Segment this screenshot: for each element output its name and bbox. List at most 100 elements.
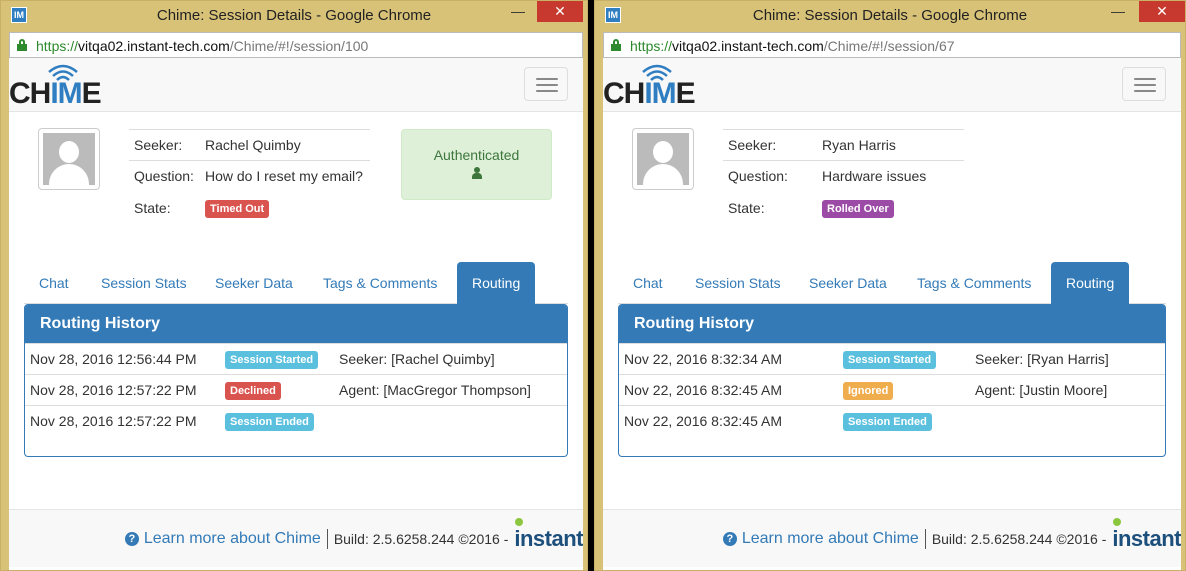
tab-chat[interactable]: Chat <box>24 262 84 304</box>
window-title: Chime: Session Details - Google Chrome <box>156 7 432 24</box>
tab-seeker-data[interactable]: Seeker Data <box>794 262 902 304</box>
instant-logo[interactable]: instant <box>514 518 583 552</box>
row-detail: Seeker: [Ryan Harris] <box>970 343 1165 375</box>
page-content: CHIME Seeker: Rachel Quimby Question: Ho… <box>9 58 583 570</box>
row-time: Nov 28, 2016 12:57:22 PM <box>25 405 220 437</box>
footer: ? Learn more about Chime Build: 2.5.6258… <box>9 509 583 567</box>
browser-window-left: IM Chime: Session Details - Google Chrom… <box>0 0 588 571</box>
close-button[interactable]: ✕ <box>1139 1 1185 22</box>
routing-history-panel: Routing History Nov 28, 2016 12:56:44 PM… <box>24 304 568 457</box>
avatar <box>632 128 694 190</box>
seeker-value: Rachel Quimby <box>200 129 370 161</box>
seeker-row: Seeker: Ryan Harris <box>723 129 964 161</box>
tab-seeker-data[interactable]: Seeker Data <box>200 262 308 304</box>
footer-divider <box>326 529 328 549</box>
logo-text: CHIME <box>9 77 102 110</box>
routing-history-heading: Routing History <box>25 305 567 343</box>
menu-toggle-button[interactable] <box>1122 67 1166 101</box>
instant-logo[interactable]: instant <box>1112 518 1181 552</box>
row-detail: Agent: [Justin Moore] <box>970 374 1165 406</box>
tab-tags-comments[interactable]: Tags & Comments <box>308 262 452 304</box>
routing-history-heading: Routing History <box>619 305 1165 343</box>
tab-chat[interactable]: Chat <box>618 262 678 304</box>
row-detail: Seeker: [Rachel Quimby] <box>334 343 567 375</box>
tab-routing[interactable]: Routing <box>1051 262 1130 304</box>
table-row: Nov 28, 2016 12:57:22 PM Declined Agent:… <box>25 374 567 406</box>
lock-icon <box>17 39 27 51</box>
authenticated-label: Authenticated <box>433 147 520 163</box>
routing-history-table: Nov 28, 2016 12:56:44 PM Session Started… <box>25 343 567 437</box>
event-badge: Session Started <box>843 350 937 369</box>
routing-history-table: Nov 22, 2016 8:32:34 AM Session Started … <box>619 343 1165 437</box>
url-text[interactable]: https://vitqa02.instant-tech.com/Chime/#… <box>630 38 955 54</box>
navbar: CHIME <box>603 58 1181 112</box>
avatar <box>38 128 100 190</box>
minimize-button[interactable]: — <box>1105 3 1131 23</box>
window-title: Chime: Session Details - Google Chrome <box>752 7 1028 24</box>
state-label: State: <box>728 200 765 216</box>
tab-session-stats[interactable]: Session Stats <box>680 262 796 304</box>
routing-history-panel: Routing History Nov 22, 2016 8:32:34 AM … <box>618 304 1166 457</box>
learn-more-link[interactable]: Learn more about Chime <box>144 530 321 548</box>
build-info: Build: 2.5.6258.244 ©2016 - <box>333 531 509 547</box>
table-row: Nov 28, 2016 12:57:22 PM Session Ended <box>25 405 567 437</box>
seeker-row: Seeker: Rachel Quimby <box>129 129 370 161</box>
tab-session-stats[interactable]: Session Stats <box>86 262 202 304</box>
row-time: Nov 22, 2016 8:32:45 AM <box>619 405 838 437</box>
event-badge: Ignored <box>843 381 894 400</box>
page-content: CHIME Seeker: Ryan Harris Question: Hard… <box>603 58 1181 570</box>
question-circle-icon: ? <box>124 532 139 546</box>
event-badge: Session Started <box>225 350 319 369</box>
footer-content: ? Learn more about Chime Build: 2.5.6258… <box>722 518 1181 552</box>
state-row: State: Timed Out <box>129 192 370 225</box>
event-badge: Session Ended <box>225 412 314 431</box>
row-time: Nov 28, 2016 12:57:22 PM <box>25 374 220 406</box>
seeker-label: Seeker: <box>129 129 200 161</box>
footer-divider <box>924 529 926 549</box>
minimize-button[interactable]: — <box>505 3 531 23</box>
state-row: State: Rolled Over <box>723 192 964 225</box>
state-badge: Rolled Over <box>822 199 894 218</box>
seeker-value: Ryan Harris <box>817 129 964 161</box>
user-placeholder-icon <box>637 133 689 185</box>
speech-bubble-icon <box>515 518 524 526</box>
authenticated-status: Authenticated <box>401 129 552 200</box>
row-time: Nov 22, 2016 8:32:45 AM <box>619 374 838 406</box>
question-label: Question: <box>723 160 817 192</box>
state-badge: Timed Out <box>205 199 270 218</box>
question-value: Hardware issues <box>817 160 964 192</box>
session-info-table: Seeker: Ryan Harris Question: Hardware i… <box>723 129 964 225</box>
logo-text: CHIME <box>603 77 696 110</box>
tab-tags-comments[interactable]: Tags & Comments <box>902 262 1046 304</box>
user-icon <box>471 167 482 179</box>
title-bar[interactable]: IM Chime: Session Details - Google Chrom… <box>595 1 1185 31</box>
row-time: Nov 28, 2016 12:56:44 PM <box>25 343 220 375</box>
question-circle-icon: ? <box>722 532 737 546</box>
learn-more-link[interactable]: Learn more about Chime <box>742 530 919 548</box>
table-row: Nov 22, 2016 8:32:45 AM Ignored Agent: [… <box>619 374 1165 406</box>
row-time: Nov 22, 2016 8:32:34 AM <box>619 343 838 375</box>
row-detail: Agent: [MacGregor Thompson] <box>334 374 567 406</box>
navbar: CHIME <box>9 58 583 112</box>
chime-logo[interactable]: CHIME <box>603 63 703 110</box>
title-bar[interactable]: IM Chime: Session Details - Google Chrom… <box>1 1 587 31</box>
row-detail <box>970 405 1165 437</box>
address-bar[interactable]: https://vitqa02.instant-tech.com/Chime/#… <box>9 32 583 58</box>
table-row: Nov 22, 2016 8:32:34 AM Session Started … <box>619 343 1165 375</box>
event-badge: Session Ended <box>843 412 932 431</box>
session-tabs: Chat Session Stats Seeker Data Tags & Co… <box>24 262 568 304</box>
build-info: Build: 2.5.6258.244 ©2016 - <box>931 531 1107 547</box>
session-info-table: Seeker: Rachel Quimby Question: How do I… <box>129 129 370 225</box>
url-text[interactable]: https://vitqa02.instant-tech.com/Chime/#… <box>36 38 368 54</box>
chime-logo[interactable]: CHIME <box>9 63 109 110</box>
address-bar[interactable]: https://vitqa02.instant-tech.com/Chime/#… <box>603 32 1181 58</box>
close-button[interactable]: ✕ <box>537 1 583 22</box>
lock-icon <box>611 39 621 51</box>
footer-content: ? Learn more about Chime Build: 2.5.6258… <box>124 518 583 552</box>
tab-routing[interactable]: Routing <box>457 262 536 304</box>
browser-window-right: IM Chime: Session Details - Google Chrom… <box>594 0 1186 571</box>
session-tabs: Chat Session Stats Seeker Data Tags & Co… <box>618 262 1166 304</box>
user-placeholder-icon <box>43 133 95 185</box>
menu-toggle-button[interactable] <box>524 67 568 101</box>
row-detail <box>334 405 567 437</box>
